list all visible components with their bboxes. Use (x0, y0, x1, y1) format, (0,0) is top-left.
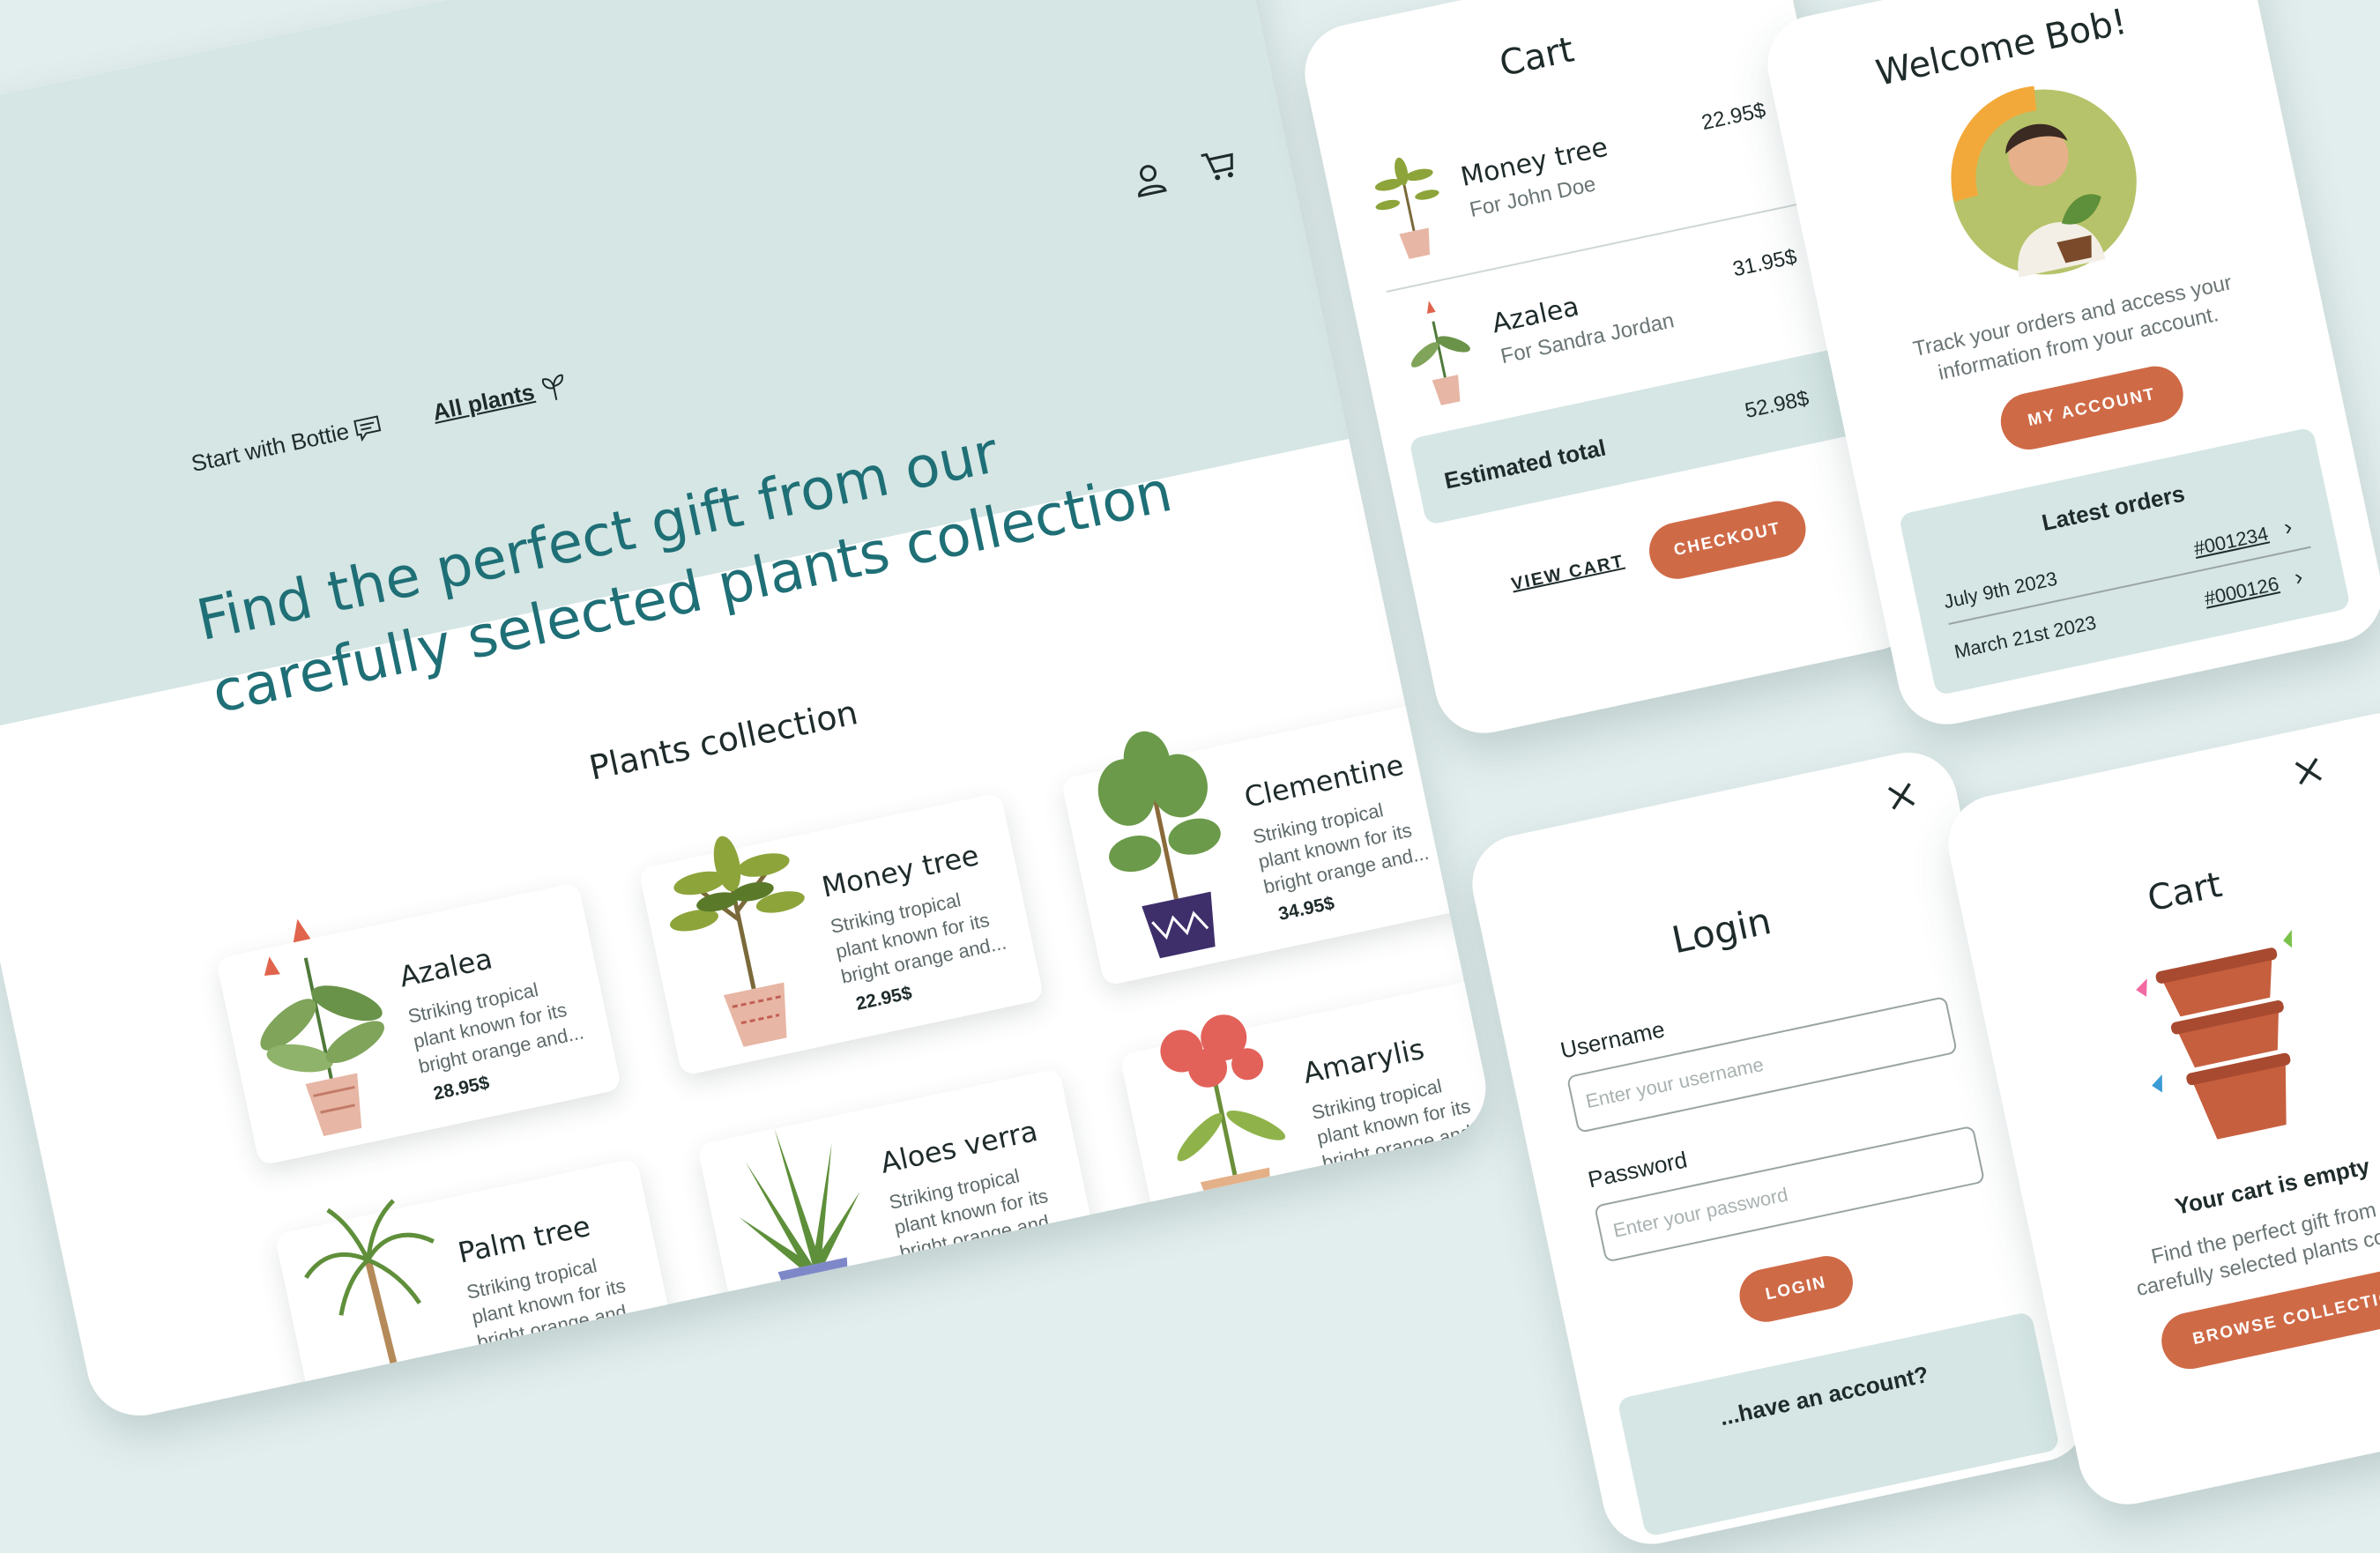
my-account-button[interactable]: MY ACCOUNT (1995, 360, 2189, 455)
product-price: 22.95$ (853, 982, 914, 1014)
welcome-description: Track your orders and access your inform… (1880, 263, 2272, 398)
amaryllis-plant-image (1120, 986, 1325, 1252)
sprout-icon (542, 374, 564, 400)
product-price: 34.95$ (1335, 1169, 1395, 1200)
product-price: 28.95$ (490, 1348, 550, 1380)
cart-icon[interactable] (1198, 144, 1239, 185)
palm-tree-plant-image (276, 1165, 480, 1425)
total-label: Estimated total (1441, 434, 1609, 494)
product-card[interactable]: Aloes verra Striking tropical plant know… (696, 1067, 1104, 1352)
total-value: 52.98$ (1743, 386, 1811, 424)
order-id[interactable]: #000126 (2202, 572, 2280, 610)
product-card[interactable]: Azalea Striking tropical plant known for… (215, 881, 622, 1166)
gardener-illustration (1929, 67, 2159, 297)
view-cart-link[interactable]: VIEW CART (1510, 552, 1626, 596)
azalea-plant-image (217, 889, 421, 1155)
product-card[interactable]: Clementine Striking tropical plant known… (1060, 702, 1468, 987)
order-id[interactable]: #001234 (2191, 523, 2270, 561)
azalea-plant-image (1179, 1262, 1384, 1426)
cart-item-price: 31.95$ (1730, 244, 1799, 282)
money-tree-thumbnail (1357, 141, 1459, 270)
latest-orders-box: Latest orders July 9th 2023 #001234 › Ma… (1898, 427, 2351, 696)
product-price: 34.95$ (1276, 893, 1336, 925)
username-label: Username (1558, 1015, 1668, 1064)
product-card[interactable]: Money tree Striking tropical plant known… (638, 791, 1045, 1076)
signup-prompt: ...have an account? (1717, 1360, 1931, 1431)
login-title: Login (1668, 898, 1775, 962)
aloe-vera-plant-image (698, 1076, 903, 1342)
chevron-right-icon: › (2281, 512, 2294, 541)
close-icon[interactable] (1883, 777, 1921, 815)
money-tree-plant-image (640, 800, 844, 1066)
password-input[interactable] (1594, 1125, 1986, 1263)
password-label: Password (1585, 1146, 1690, 1193)
collection-title: Plants collection (585, 693, 861, 788)
mockup-stage: Start with Bottie All plants Find the pe… (0, 0, 2380, 1553)
signup-box: ...have an account? (1617, 1311, 2061, 1537)
cart-item-price: 22.95$ (1699, 98, 1768, 136)
product-name: Azalea (1358, 1313, 1458, 1366)
account-icon[interactable] (1128, 159, 1170, 200)
clementine-plant-image (1062, 710, 1267, 977)
product-description: Striking tropical (1368, 1349, 1496, 1401)
product-card[interactable]: Palm tree Striking tropical plant known … (274, 1157, 681, 1426)
checkout-button[interactable]: CHECKOUT (1644, 495, 1811, 584)
product-price: 28.95$ (431, 1072, 492, 1104)
product-name: Azalea (396, 941, 495, 994)
order-date: July 9th 2023 (1941, 567, 2059, 613)
chat-icon (353, 415, 382, 442)
username-input[interactable] (1566, 995, 1959, 1133)
empty-pots-illustration (2107, 916, 2358, 1167)
azalea-thumbnail (1389, 287, 1491, 416)
desc-line: Striking tropical (1368, 1350, 1496, 1401)
close-icon[interactable] (2289, 753, 2327, 791)
product-price: 22.95$ (912, 1258, 973, 1290)
empty-cart-title: Cart (2144, 864, 2226, 920)
login-button[interactable]: LOGIN (1734, 1251, 1858, 1327)
cart-title: Cart (1496, 29, 1578, 85)
chevron-right-icon: › (2292, 562, 2305, 591)
product-card[interactable]: Azalea Striking tropical (1178, 1253, 1496, 1426)
product-card[interactable]: Amarylis Striking tropical plant known f… (1119, 977, 1496, 1263)
desktop-plants-page: Start with Bottie All plants Find the pe… (0, 0, 1496, 1426)
